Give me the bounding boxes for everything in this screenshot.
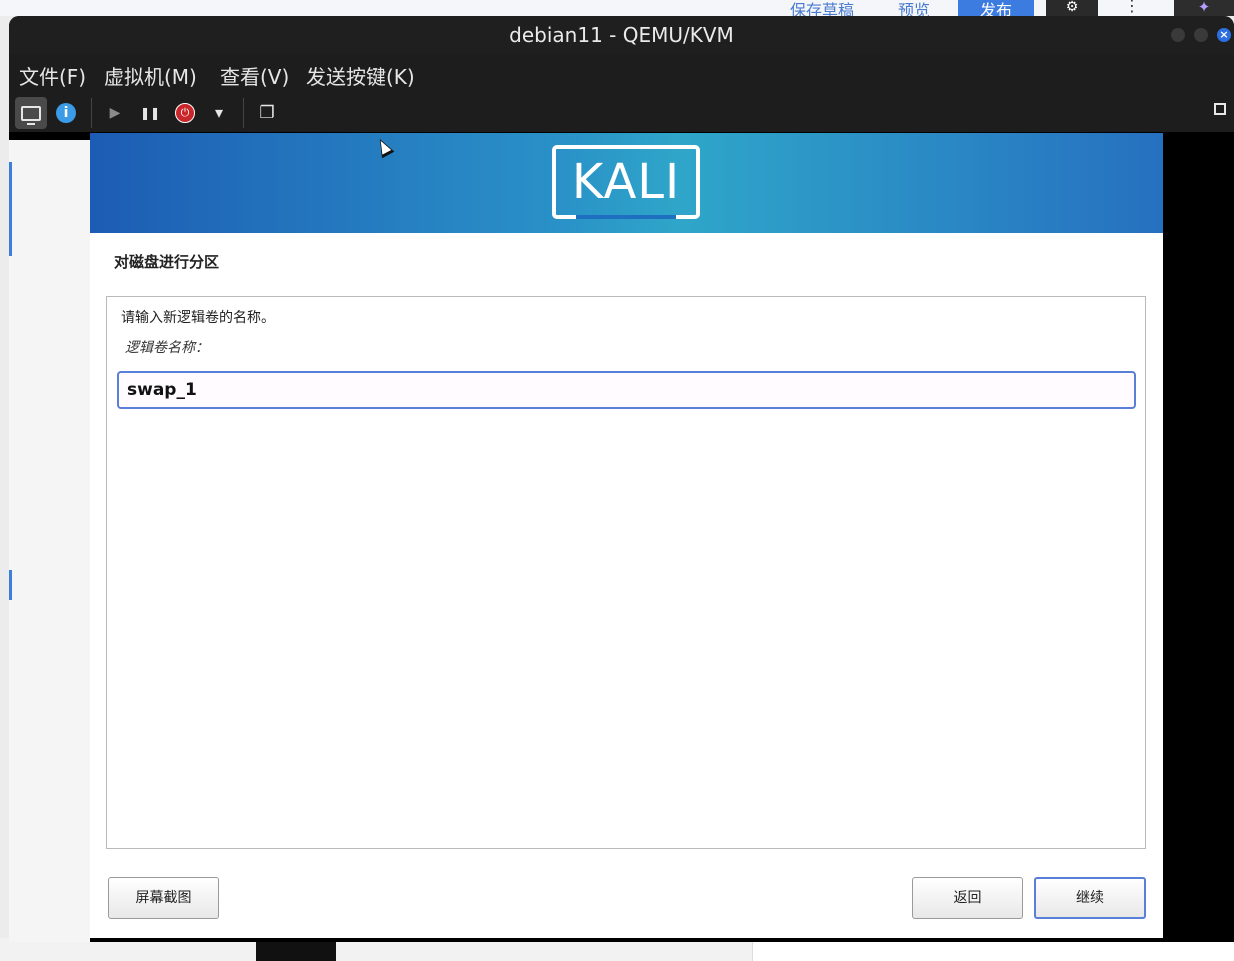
- toolbar-separator: [91, 98, 92, 128]
- content-frame: 请输入新逻辑卷的名称。 逻辑卷名称：: [106, 296, 1146, 849]
- menubar: 文件(F) 虚拟机(M) 查看(V) 发送按键(K): [9, 54, 1234, 94]
- minimize-button[interactable]: [1171, 28, 1185, 42]
- field-label: 逻辑卷名称：: [125, 340, 209, 356]
- kali-logo: KALI: [552, 145, 700, 219]
- pause-icon: ❚❚: [139, 106, 161, 120]
- ai-assistant-icon[interactable]: ✦: [1174, 0, 1234, 16]
- details-button[interactable]: i: [50, 97, 82, 129]
- publish-button[interactable]: 发布: [958, 0, 1034, 20]
- host-page-topbar: 保存草稿 预览 发布 ⚙ ⋮ ✦: [0, 0, 1234, 20]
- monitor-icon: [21, 105, 41, 125]
- vm-window: debian11 - QEMU/KVM × 文件(F) 虚拟机(M) 查看(V)…: [9, 16, 1234, 942]
- info-icon: i: [56, 103, 76, 123]
- play-icon: ▶: [109, 105, 121, 121]
- host-accent-bar: [9, 162, 12, 256]
- page-title: 对磁盘进行分区: [114, 253, 220, 271]
- chevron-down-icon: ▾: [214, 103, 224, 122]
- continue-button[interactable]: 继续: [1034, 877, 1146, 919]
- gear-icon[interactable]: ⚙: [1046, 0, 1098, 16]
- installer-banner: KALI: [90, 133, 1163, 233]
- pause-button[interactable]: ❚❚: [134, 97, 166, 129]
- menu-vm[interactable]: 虚拟机(M): [104, 61, 197, 90]
- menu-file[interactable]: 文件(F): [19, 61, 86, 90]
- close-button[interactable]: ×: [1217, 28, 1231, 42]
- more-options-icon[interactable]: ⋮: [1124, 0, 1140, 15]
- power-icon: ⏻: [175, 103, 195, 123]
- run-button[interactable]: ▶: [99, 97, 131, 129]
- console-view-button[interactable]: [15, 97, 47, 129]
- toolbar-separator: [243, 98, 244, 128]
- prompt-text: 请输入新逻辑卷的名称。: [121, 310, 275, 326]
- window-titlebar[interactable]: debian11 - QEMU/KVM ×: [9, 16, 1234, 54]
- screenshot-button[interactable]: 屏幕截图: [108, 877, 219, 919]
- fullscreen-icon[interactable]: [1214, 103, 1226, 115]
- window-title: debian11 - QEMU/KVM: [509, 23, 734, 47]
- menu-view[interactable]: 查看(V): [220, 61, 289, 90]
- toolbar: i ▶ ❚❚ ⏻ ▾ ❐: [9, 94, 1234, 132]
- installer-screen: KALI 对磁盘进行分区 请输入新逻辑卷的名称。 逻辑卷名称： 屏幕截图 返回 …: [90, 133, 1163, 938]
- shutdown-menu-button[interactable]: ▾: [203, 97, 235, 129]
- shutdown-button[interactable]: ⏻: [169, 97, 201, 129]
- menu-send-key[interactable]: 发送按键(K): [306, 61, 415, 90]
- back-button[interactable]: 返回: [912, 877, 1023, 919]
- host-left-strip: [9, 140, 90, 942]
- logical-volume-name-input[interactable]: [117, 371, 1136, 409]
- windows-icon: ❐: [259, 103, 275, 123]
- snapshots-button[interactable]: ❐: [251, 97, 283, 129]
- host-accent-bar: [9, 570, 12, 600]
- maximize-button[interactable]: [1194, 28, 1208, 42]
